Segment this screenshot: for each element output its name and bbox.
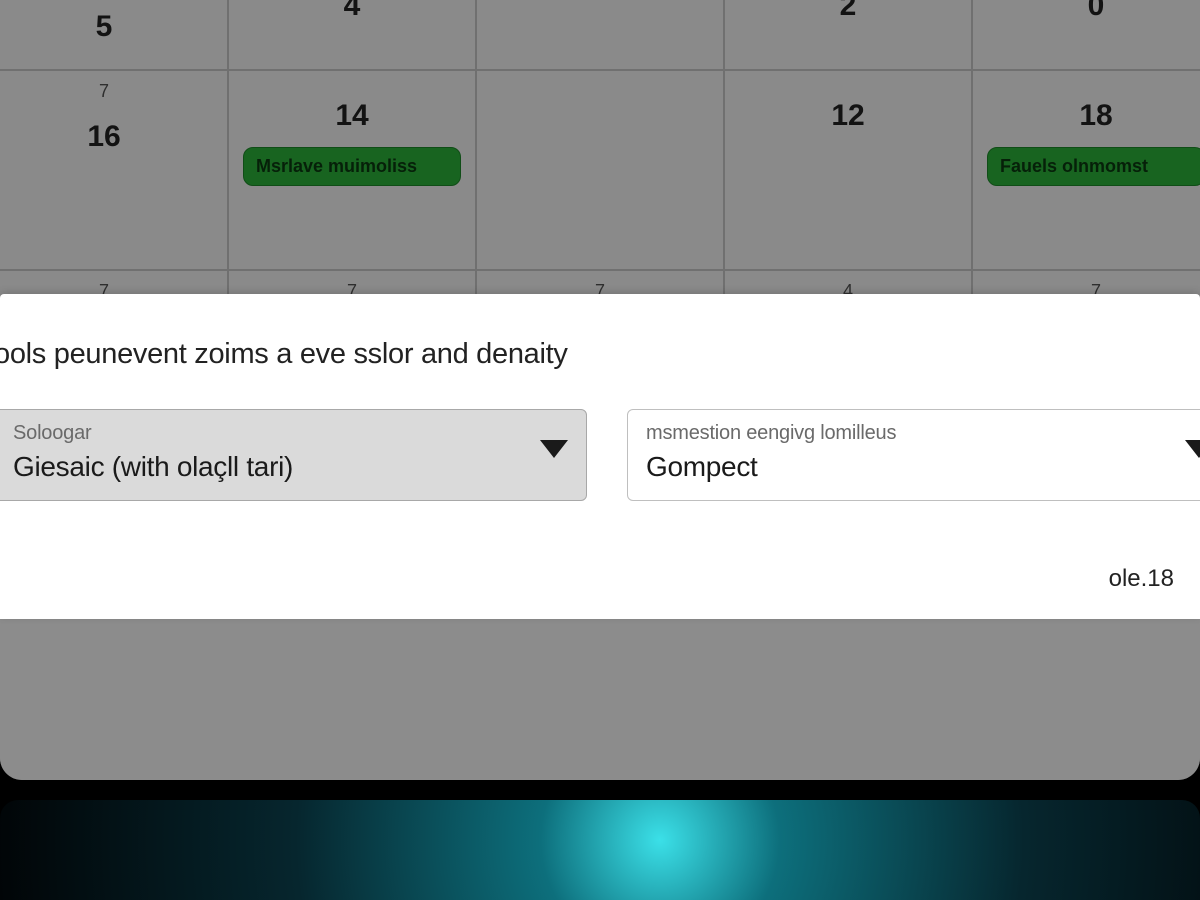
cell-top-number: 7 — [0, 81, 227, 102]
calendar-cell[interactable] — [476, 70, 724, 270]
color-select-value: Giesaic (with olaçll tari) — [13, 451, 538, 483]
cell-date-number: 16 — [0, 120, 227, 154]
cell-date-number: 12 — [725, 99, 971, 133]
calendar-cell[interactable]: 0 — [972, 0, 1200, 70]
calendar-cell[interactable]: 18 Fauels olnmomst — [972, 70, 1200, 270]
calendar-cell[interactable]: 6 — [476, 0, 724, 70]
cell-date-number: 2 — [725, 0, 971, 23]
cell-date-number: 18 — [973, 99, 1200, 133]
calendar-cell[interactable]: 7 16 — [0, 70, 228, 270]
cell-date-number: 4 — [229, 0, 475, 23]
calendar-cell[interactable]: 4 — [228, 0, 476, 70]
density-select-value: Gompect — [646, 451, 1171, 483]
chevron-down-icon — [1185, 440, 1200, 458]
settings-modal: ools peunevent zoims a eve sslor and den… — [0, 294, 1200, 619]
calendar-cell[interactable]: 12 — [724, 70, 972, 270]
density-select[interactable]: msmestion eengivg lomilleus Gompect — [627, 409, 1200, 501]
calendar-cell[interactable]: 14 Msrlave muimoliss — [228, 70, 476, 270]
calendar-event[interactable]: Fauels olnmomst — [987, 147, 1200, 186]
color-select-label: Soloogar — [13, 422, 538, 445]
color-select[interactable]: Soloogar Giesaic (with olaçll tari) — [0, 409, 587, 501]
calendar-cell[interactable]: 72 — [724, 0, 972, 70]
cell-date-number: 5 — [0, 10, 227, 44]
calendar-cell[interactable]: 7485 — [0, 0, 228, 70]
chevron-down-icon — [540, 440, 568, 458]
density-select-label: msmestion eengivg lomilleus — [646, 422, 1171, 445]
modal-footer-value: ole.18 — [1109, 565, 1174, 593]
cell-date-number: 14 — [229, 99, 475, 133]
wallpaper-strip — [0, 800, 1200, 900]
cell-date-number: 0 — [973, 0, 1200, 23]
modal-title: ools peunevent zoims a eve sslor and den… — [0, 338, 1200, 371]
calendar-event[interactable]: Msrlave muimoliss — [243, 147, 461, 186]
